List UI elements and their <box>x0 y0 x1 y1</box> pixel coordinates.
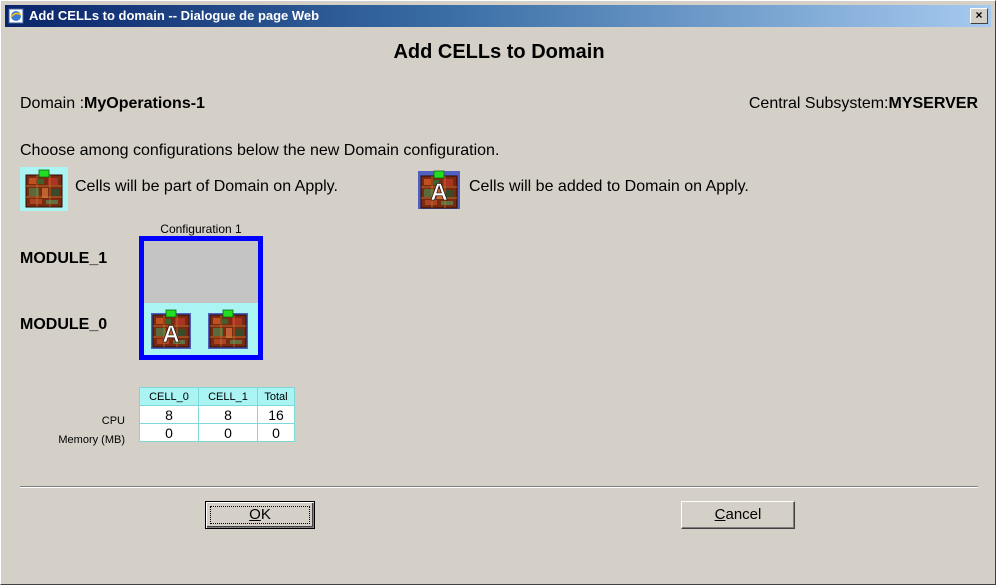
row-label-cpu: CPU <box>101 415 125 427</box>
configuration-1-panel[interactable]: A <box>139 236 263 360</box>
domain-info: Domain :MyOperations-1 <box>20 95 205 113</box>
module-label-module-0: MODULE_0 <box>20 316 108 333</box>
cancel-button-label: Cancel <box>714 506 762 523</box>
memory-cell-1: 0 <box>198 423 258 442</box>
cancel-button[interactable]: Cancel <box>681 501 795 529</box>
table-row: 8 8 16 <box>139 405 295 424</box>
module-0-slot: A <box>144 303 258 355</box>
table-row: 0 0 0 <box>139 423 295 442</box>
memory-total: 0 <box>257 423 295 442</box>
cpu-cell-1: 8 <box>198 405 258 424</box>
cpu-total: 16 <box>257 405 295 424</box>
cell-added-to-domain-icon: A <box>417 167 461 211</box>
resources-header-row: CELL_0 CELL_1 Total <box>139 387 295 406</box>
instruction-text: Choose among configurations below the ne… <box>20 142 500 159</box>
column-header-cell-1: CELL_1 <box>198 387 258 406</box>
column-header-cell-0: CELL_0 <box>139 387 199 406</box>
separator-line <box>20 486 978 488</box>
dialog-window: Add CELLs to domain -- Dialogue de page … <box>0 0 996 585</box>
central-subsystem-label: Central Subsystem: <box>748 95 889 112</box>
domain-value: MyOperations-1 <box>84 95 205 112</box>
title-bar[interactable]: Add CELLs to domain -- Dialogue de page … <box>5 5 991 27</box>
ok-button-label: OK <box>249 506 271 523</box>
memory-cell-0: 0 <box>139 423 199 442</box>
cell-part-of-domain-icon <box>20 167 68 211</box>
cell-0-added-icon[interactable]: A <box>151 309 191 349</box>
module-label-module-1: MODULE_1 <box>20 250 108 267</box>
legend-added-to-domain-text: Cells will be added to Domain on Apply. <box>469 178 749 195</box>
close-icon: × <box>975 8 983 22</box>
cell-0-badge: A <box>162 321 179 348</box>
central-subsystem-info: Central Subsystem:MYSERVER <box>749 95 978 113</box>
resources-table: CELL_0 CELL_1 Total 8 8 16 0 0 0 <box>139 387 295 442</box>
central-subsystem-value: MYSERVER <box>888 95 978 112</box>
close-button[interactable]: × <box>970 8 988 24</box>
configuration-label: Configuration 1 <box>160 222 242 236</box>
cell-1-member-icon[interactable] <box>208 309 248 349</box>
legend-added-badge: A <box>430 179 447 206</box>
legend-part-of-domain-text: Cells will be part of Domain on Apply. <box>75 178 338 195</box>
domain-label: Domain : <box>20 95 85 112</box>
ok-button[interactable]: OK <box>205 501 315 529</box>
dialog-heading: Add CELLs to Domain <box>393 41 605 63</box>
window-title: Add CELLs to domain -- Dialogue de page … <box>29 8 320 23</box>
ie-page-icon <box>8 8 24 24</box>
row-label-memory: Memory (MB) <box>58 434 125 446</box>
column-header-total: Total <box>257 387 295 406</box>
cpu-cell-0: 8 <box>139 405 199 424</box>
